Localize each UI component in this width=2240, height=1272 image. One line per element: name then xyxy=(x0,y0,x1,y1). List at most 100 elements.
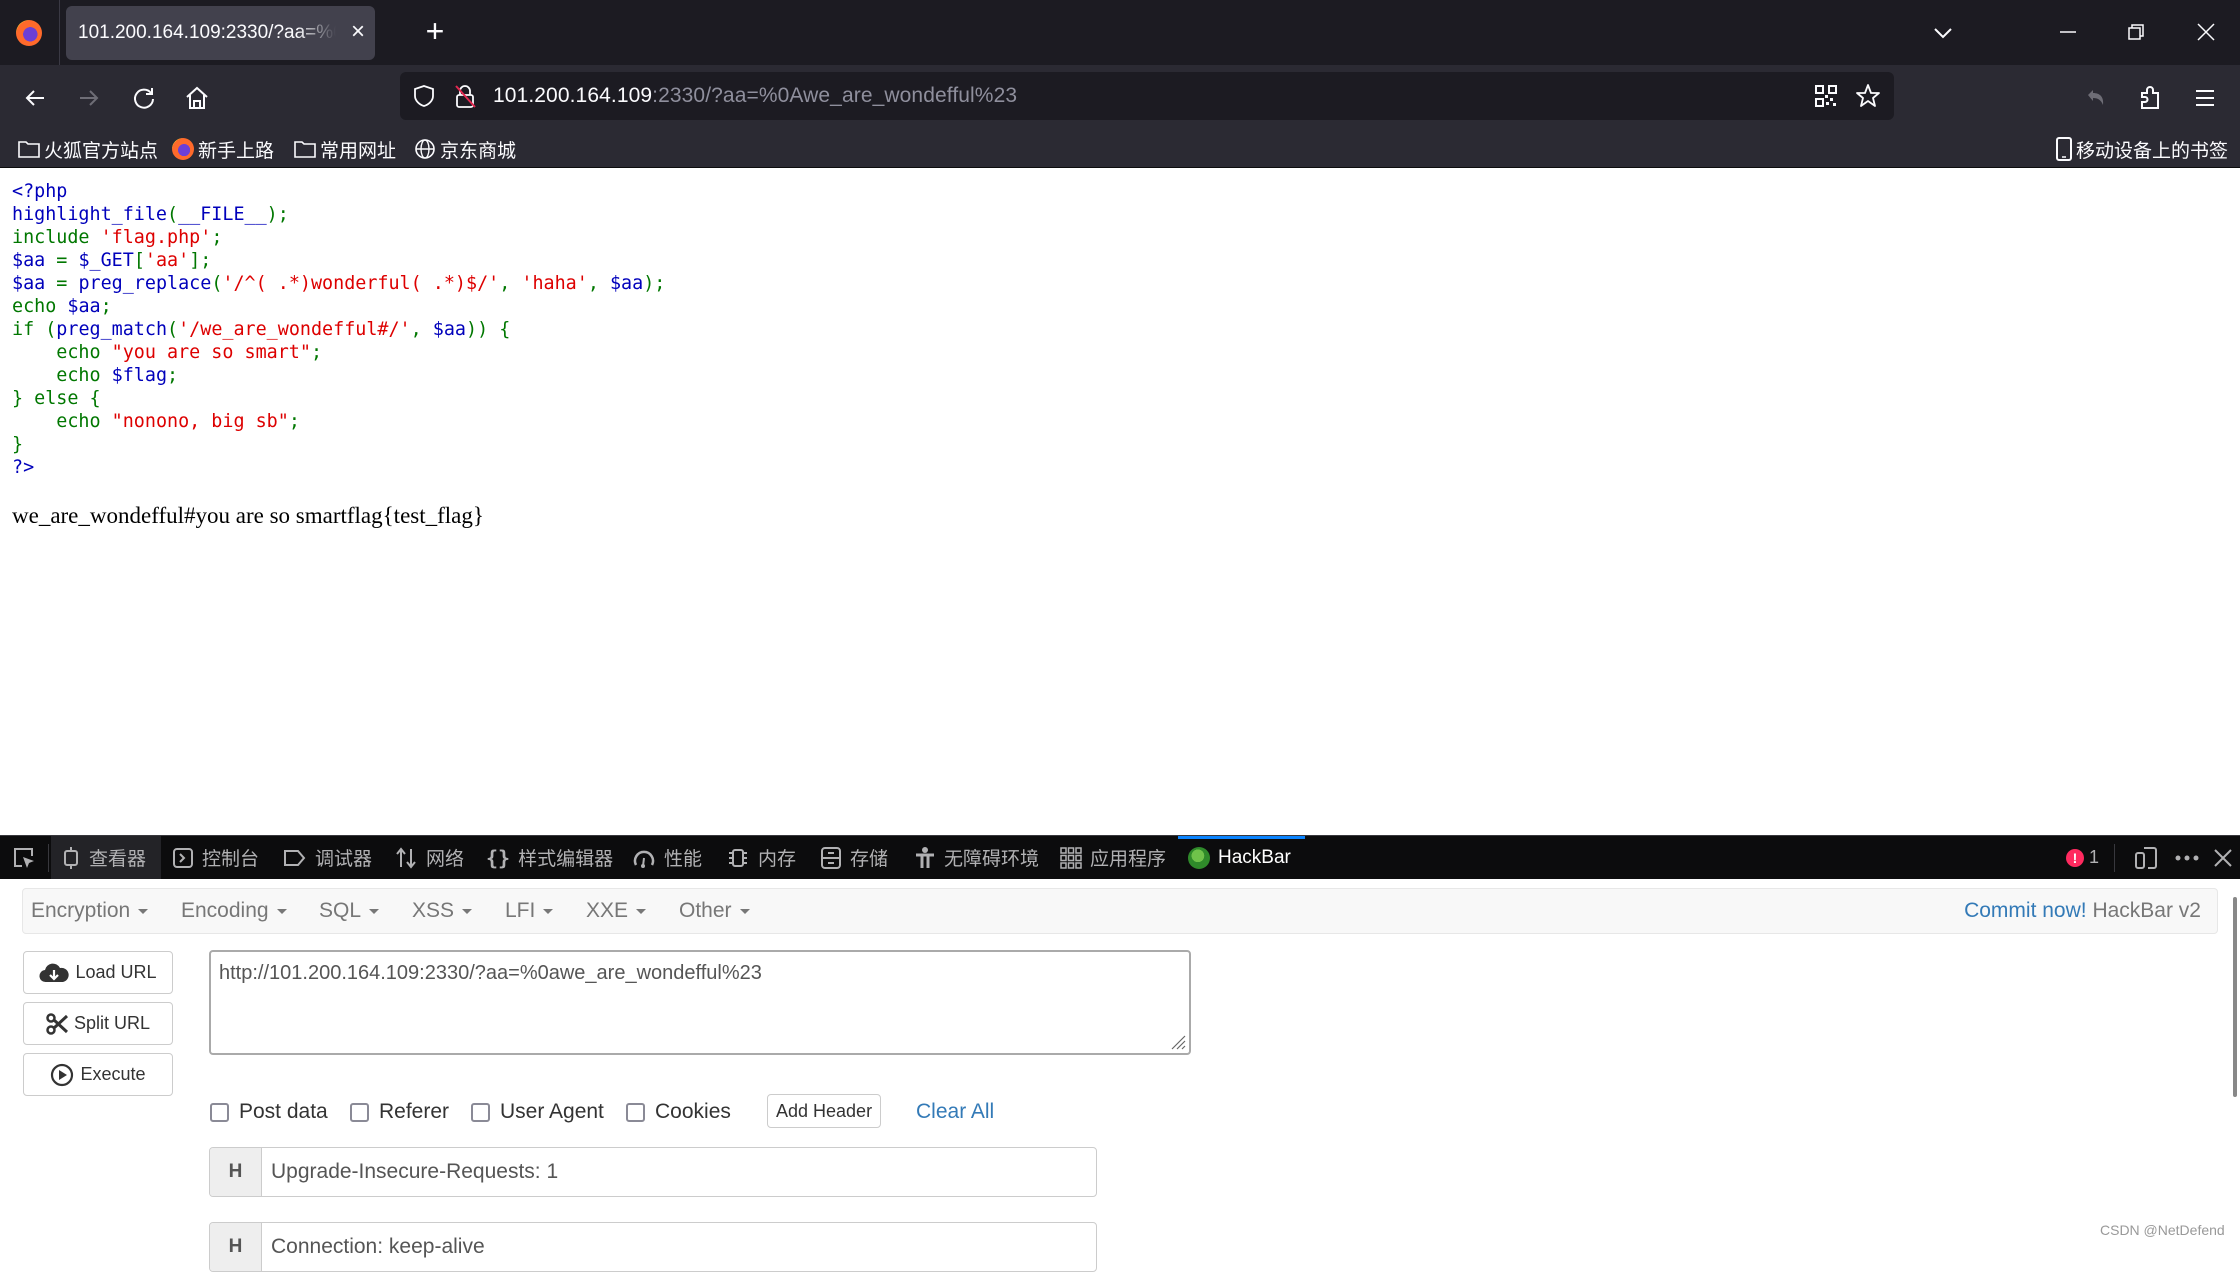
url-host: 101.200.164.109 xyxy=(493,84,653,107)
devtools-tab-application[interactable]: 应用程序 xyxy=(1050,836,1176,879)
menu-label: XSS xyxy=(412,899,455,922)
devtools-tab-inspector[interactable]: 查看器 xyxy=(51,836,161,879)
back-arrow-icon[interactable] xyxy=(18,81,52,115)
devtools-tab-accessibility[interactable]: 无障碍环境 xyxy=(904,836,1049,879)
menu-label: Encryption xyxy=(31,899,131,922)
debugger-icon xyxy=(284,849,306,866)
application-icon xyxy=(1060,846,1082,869)
devtools-tab-memory[interactable]: 内存 xyxy=(716,836,806,879)
devtools-tab-console[interactable]: 控制台 xyxy=(162,836,269,879)
insecure-lock-icon[interactable] xyxy=(453,83,477,109)
menu-encryption[interactable]: Encryption xyxy=(31,889,149,933)
menu-hamburger-icon[interactable] xyxy=(2188,81,2222,115)
scrollbar[interactable] xyxy=(2233,897,2237,1097)
code-token: } xyxy=(12,434,24,455)
home-icon[interactable] xyxy=(180,81,214,115)
menu-sql[interactable]: SQL xyxy=(319,889,380,933)
devtools-close-button[interactable] xyxy=(2206,836,2240,879)
page-output-text: we_are_wondefful#you are so smartflag{te… xyxy=(12,503,484,528)
address-bar[interactable]: 101.200.164.109:2330/?aa=%0Awe_are_wonde… xyxy=(400,72,1894,120)
accessibility-icon xyxy=(916,846,934,868)
tab-label: 无障碍环境 xyxy=(944,849,1040,870)
checkbox[interactable] xyxy=(210,1102,229,1122)
divider xyxy=(2114,844,2115,872)
bookmark-star-icon[interactable] xyxy=(1855,83,1881,109)
network-icon xyxy=(396,846,416,869)
code-token: $aa xyxy=(12,250,57,271)
menu-xxe[interactable]: XXE xyxy=(586,889,647,933)
hackbar-icon xyxy=(1188,846,1210,869)
tab-close-icon[interactable]: × xyxy=(344,18,372,46)
header-value[interactable]: Upgrade-Insecure-Requests: 1 xyxy=(271,1148,558,1196)
code-token: , xyxy=(410,319,433,340)
qr-code-icon[interactable] xyxy=(1814,84,1838,108)
load-url-button[interactable]: Load URL xyxy=(23,951,173,994)
checkbox[interactable] xyxy=(626,1102,645,1122)
header-row[interactable]: H Upgrade-Insecure-Requests: 1 xyxy=(209,1147,1097,1197)
list-all-tabs-chevron-icon[interactable] xyxy=(1930,20,1956,46)
undo-arrow-icon[interactable] xyxy=(2078,81,2112,115)
code-token: ); xyxy=(643,273,666,294)
commit-link[interactable]: Commit now! HackBar v2 xyxy=(1964,889,2201,933)
menu-encoding[interactable]: Encoding xyxy=(181,889,287,933)
devtools-tab-debugger[interactable]: 调试器 xyxy=(273,836,382,879)
url-textarea[interactable] xyxy=(209,950,1191,1055)
browser-tab-active[interactable]: 101.200.164.109:2330/?aa=%0awe_are_wonde… xyxy=(66,6,375,60)
checkbox[interactable] xyxy=(350,1102,369,1122)
window-close-icon[interactable] xyxy=(2188,14,2224,50)
url-path: :2330/?aa=%0Awe_are_wondefful%23 xyxy=(652,84,1018,107)
caret-down-icon xyxy=(462,908,473,914)
menu-other[interactable]: Other xyxy=(679,889,750,933)
minimize-icon[interactable] xyxy=(2050,14,2086,50)
referer-checkbox[interactable]: Referer xyxy=(350,1097,449,1127)
code-line: } else { xyxy=(12,387,665,410)
devtools-tab-network[interactable]: 网络 xyxy=(384,836,474,879)
menu-lfi[interactable]: LFI xyxy=(505,889,554,933)
execute-button[interactable]: Execute xyxy=(23,1053,173,1096)
devtools-tab-performance[interactable]: 性能 xyxy=(622,836,712,879)
devtools-options-button[interactable] xyxy=(2168,836,2206,879)
mobile-bookmarks[interactable]: 移动设备上的书签 xyxy=(2056,135,2228,163)
cookies-checkbox[interactable]: Cookies xyxy=(626,1097,731,1127)
code-token: $aa xyxy=(432,319,466,340)
folder-icon xyxy=(18,141,40,158)
devtools-tab-hackbar[interactable]: HackBar xyxy=(1178,836,1305,879)
devtools-tab-storage[interactable]: 存储 xyxy=(810,836,898,879)
resize-grip-icon[interactable] xyxy=(1166,1030,1186,1050)
bookmark-item[interactable]: 常用网址 xyxy=(294,135,396,163)
dock-side-button[interactable] xyxy=(2128,836,2164,879)
devtools-tab-style-editor[interactable]: {} 样式编辑器 xyxy=(476,836,623,879)
url-text[interactable]: 101.200.164.109:2330/?aa=%0Awe_are_wonde… xyxy=(493,84,1017,108)
checkbox[interactable] xyxy=(471,1102,490,1122)
post-data-checkbox[interactable]: Post data xyxy=(210,1097,328,1127)
new-tab-button[interactable]: + xyxy=(420,15,450,47)
menu-xss[interactable]: XSS xyxy=(412,889,473,933)
bookmark-item[interactable]: 新手上路 xyxy=(172,135,274,163)
commit-now-link[interactable]: Commit now! xyxy=(1964,899,2087,922)
reload-icon[interactable] xyxy=(127,81,161,115)
header-value[interactable]: Connection: keep-alive xyxy=(271,1223,485,1271)
hackbar-menu-bar: Encryption Encoding SQL XSS LFI XXE Othe… xyxy=(22,888,2218,934)
extensions-puzzle-icon[interactable] xyxy=(2134,81,2168,115)
code-token: '/^( .*)wonderful( .*)$/' xyxy=(222,273,500,294)
header-prefix: H xyxy=(210,1223,262,1271)
bookmark-item[interactable]: 火狐官方站点 xyxy=(18,135,158,163)
code-token: preg_replace xyxy=(78,273,212,294)
restore-icon[interactable] xyxy=(2118,14,2154,50)
clear-all-link[interactable]: Clear All xyxy=(916,1097,994,1127)
error-count-badge[interactable]: ! 1 xyxy=(2066,836,2099,879)
bookmark-label: 火狐官方站点 xyxy=(44,140,159,162)
add-header-button[interactable]: Add Header xyxy=(767,1094,882,1128)
user-agent-checkbox[interactable]: User Agent xyxy=(471,1097,604,1127)
header-row[interactable]: H Connection: keep-alive xyxy=(209,1222,1097,1272)
firefox-logo-icon[interactable] xyxy=(16,20,42,46)
bookmark-item[interactable]: 京东商城 xyxy=(414,135,516,163)
shield-icon[interactable] xyxy=(412,84,436,108)
forward-arrow-icon[interactable] xyxy=(72,81,106,115)
php-source-code: <?php highlight_file(__FILE__); include 'f… xyxy=(12,180,665,479)
checkbox-label: User Agent xyxy=(500,1100,604,1123)
split-url-button[interactable]: Split URL xyxy=(23,1002,173,1045)
code-token: preg_match xyxy=(56,319,168,340)
element-picker-button[interactable] xyxy=(0,836,48,879)
menu-label: Encoding xyxy=(181,899,269,922)
